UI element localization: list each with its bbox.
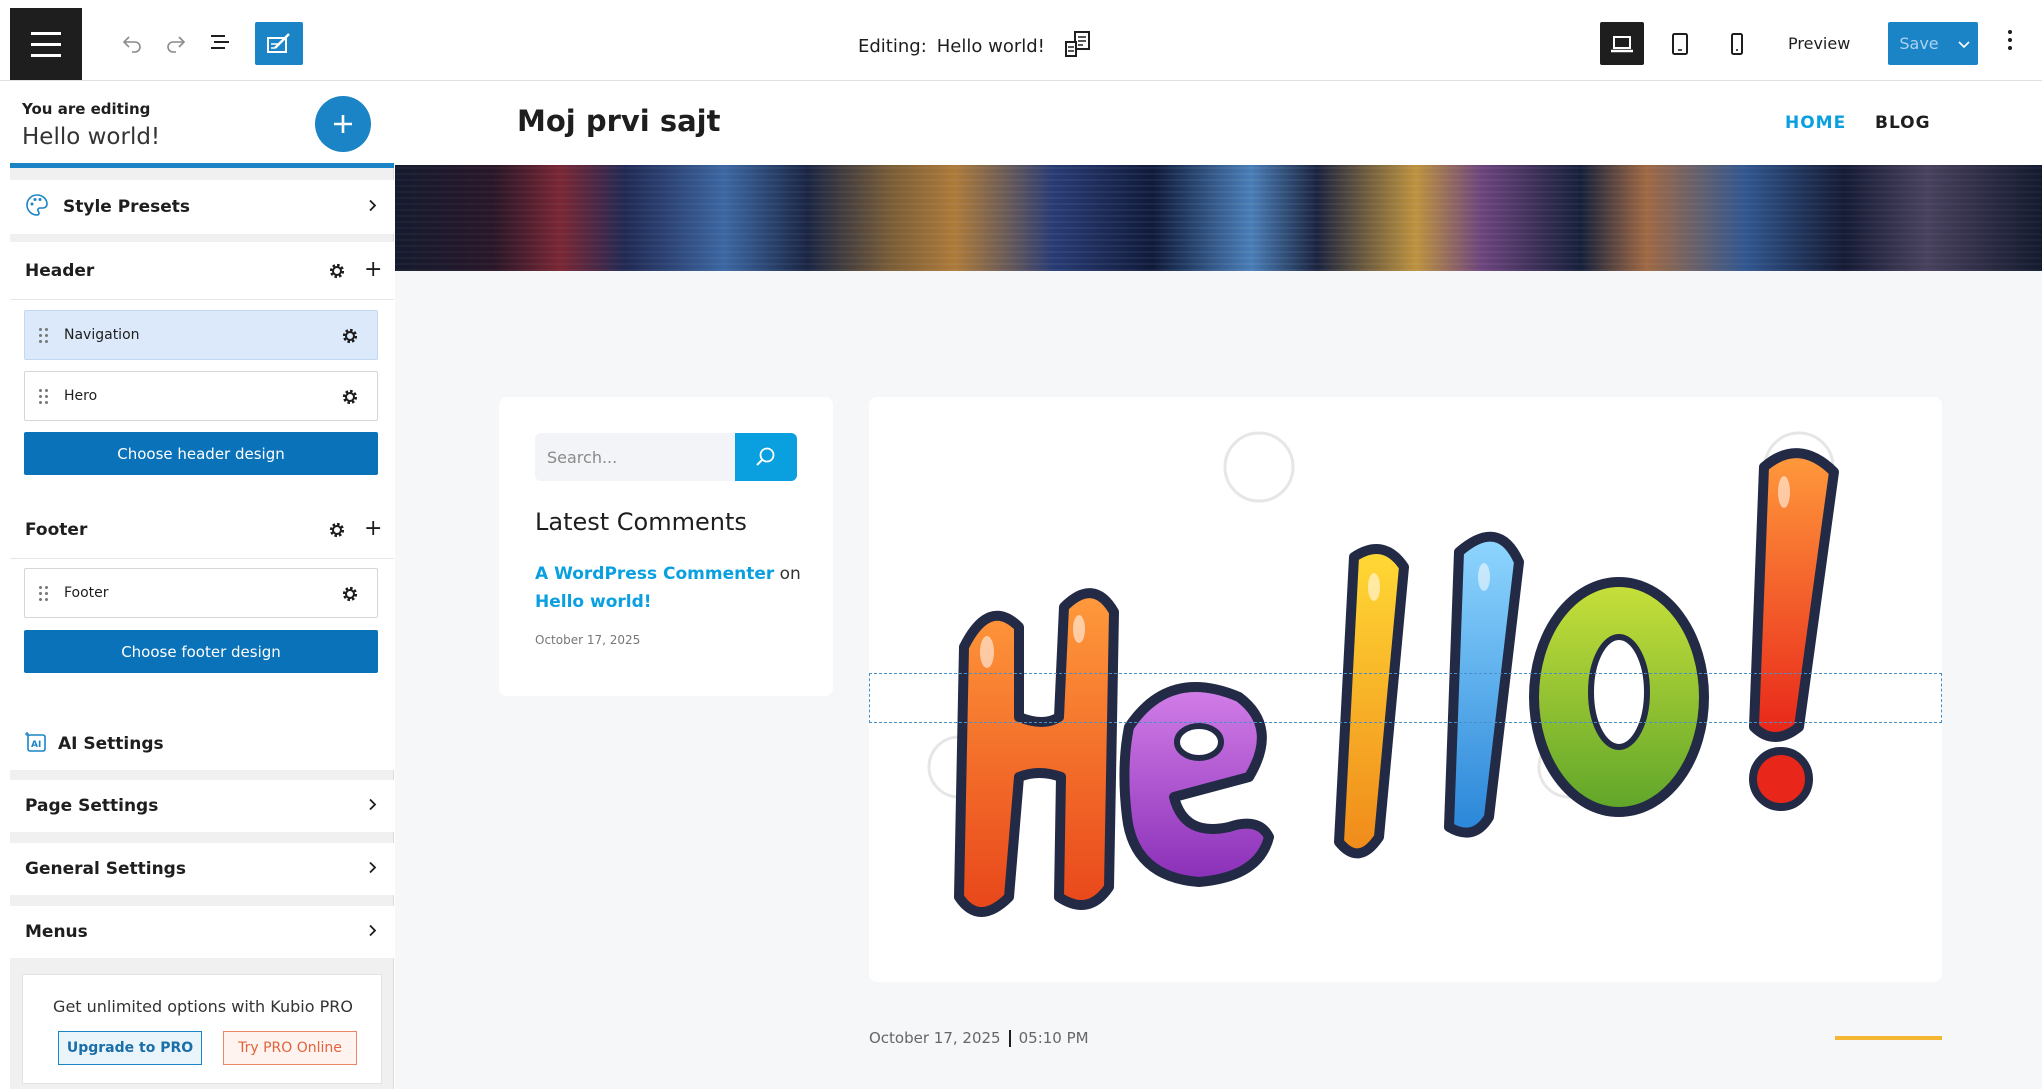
hero-section[interactable] xyxy=(395,165,2042,271)
comment-entry: A WordPress Commenter on Hello world! xyxy=(535,560,815,616)
chevron-right-icon xyxy=(368,198,378,217)
latest-comments-title: Latest Comments xyxy=(535,508,747,536)
palette-icon xyxy=(25,193,49,221)
more-options-icon[interactable] xyxy=(2008,30,2012,50)
drag-handle-icon[interactable] xyxy=(39,327,48,343)
editing-page-title: Hello world! xyxy=(22,124,161,150)
footer-section-head: Footer + xyxy=(10,501,394,559)
add-block-button[interactable] xyxy=(315,96,371,152)
menus-label: Menus xyxy=(25,922,88,942)
list-view-icon[interactable] xyxy=(200,22,240,62)
page-settings-label: Page Settings xyxy=(25,796,159,816)
search-icon xyxy=(756,447,775,466)
editor-toolbar: Editing: Hello world! Preview Save xyxy=(0,0,2042,81)
pro-promo-box: Get unlimited options with Kubio PRO Upg… xyxy=(22,974,382,1084)
comment-post-link[interactable]: Hello world! xyxy=(535,592,652,612)
header-item-label: Hero xyxy=(64,388,98,404)
block-selection-outline xyxy=(869,673,1942,723)
style-presets-row[interactable]: Style Presets xyxy=(10,180,394,234)
gear-icon[interactable] xyxy=(341,327,359,349)
post-time: 05:10 PM xyxy=(1018,1029,1089,1047)
gear-icon[interactable] xyxy=(328,521,346,543)
add-header-block-icon[interactable]: + xyxy=(364,259,382,281)
comment-date: October 17, 2025 xyxy=(535,633,641,647)
commenter-link[interactable]: A WordPress Commenter xyxy=(535,564,774,584)
preview-button[interactable]: Preview xyxy=(1788,34,1850,53)
editing-header: You are editing Hello world! xyxy=(10,82,394,168)
chevron-down-icon[interactable] xyxy=(1950,22,1978,65)
editing-indicator: Editing: Hello world! xyxy=(858,29,1093,64)
desktop-view-button[interactable] xyxy=(1600,22,1644,65)
ai-icon: AI xyxy=(24,730,48,758)
accent-divider xyxy=(1835,1036,1942,1040)
add-footer-block-icon[interactable]: + xyxy=(364,518,382,540)
ai-settings-row[interactable]: AI AI Settings xyxy=(10,718,394,770)
footer-item-label: Footer xyxy=(64,585,109,601)
style-presets-label: Style Presets xyxy=(63,197,190,217)
svg-text:AI: AI xyxy=(31,740,41,750)
save-button[interactable]: Save xyxy=(1888,22,1950,65)
redo-icon[interactable] xyxy=(156,22,196,62)
gear-icon[interactable] xyxy=(328,262,346,284)
footer-section-title: Footer xyxy=(25,519,88,540)
header-item-label: Navigation xyxy=(64,327,140,343)
header-item-navigation[interactable]: Navigation xyxy=(24,310,378,360)
drag-handle-icon[interactable] xyxy=(39,388,48,404)
general-settings-label: General Settings xyxy=(25,859,186,879)
footer-item-footer[interactable]: Footer xyxy=(24,568,378,618)
editing-label: Editing: xyxy=(858,36,927,57)
kubio-editor-button[interactable] xyxy=(255,22,303,65)
promo-text: Get unlimited options with Kubio PRO xyxy=(53,997,353,1016)
tablet-view-button[interactable] xyxy=(1658,22,1702,65)
sidebar-widget: Search... Latest Comments A WordPress Co… xyxy=(499,397,833,696)
editor-canvas: Moj prvi sajt HOME BLOG Search... Latest… xyxy=(395,82,2042,1089)
ai-settings-label: AI Settings xyxy=(58,734,164,754)
post-meta: October 17, 2025 05:10 PM xyxy=(869,1029,1089,1047)
nav-item-blog[interactable]: BLOG xyxy=(1875,113,1931,133)
header-section-title: Header xyxy=(25,260,95,281)
you-are-editing-label: You are editing xyxy=(22,100,151,118)
upgrade-to-pro-button[interactable]: Upgrade to PRO xyxy=(58,1031,202,1065)
header-item-hero[interactable]: Hero xyxy=(24,371,378,421)
site-title[interactable]: Moj prvi sajt xyxy=(517,104,720,138)
editing-title: Hello world! xyxy=(936,36,1045,57)
search-button[interactable] xyxy=(735,433,797,481)
gear-icon[interactable] xyxy=(341,388,359,410)
try-pro-online-button[interactable]: Try PRO Online xyxy=(223,1031,357,1065)
site-header[interactable]: Moj prvi sajt HOME BLOG xyxy=(395,82,2042,165)
chevron-right-icon xyxy=(368,860,378,879)
save-button-group: Save xyxy=(1888,22,1978,65)
search-input[interactable]: Search... xyxy=(535,433,735,481)
header-section-head: Header + xyxy=(10,242,394,300)
mobile-view-button[interactable] xyxy=(1715,22,1759,65)
page-settings-row[interactable]: Page Settings xyxy=(10,780,394,832)
drag-handle-icon[interactable] xyxy=(39,585,48,601)
meta-divider xyxy=(1008,1029,1011,1047)
menus-row[interactable]: Menus xyxy=(10,906,394,958)
chevron-right-icon xyxy=(368,797,378,816)
document-switch-icon[interactable] xyxy=(1063,29,1093,64)
menu-toggle-button[interactable] xyxy=(10,8,82,80)
choose-header-design-button[interactable]: Choose header design xyxy=(24,432,378,475)
nav-item-home[interactable]: HOME xyxy=(1785,113,1846,133)
undo-icon[interactable] xyxy=(112,22,152,62)
kubio-sidebar: You are editing Hello world! Style Prese… xyxy=(10,82,394,1089)
chevron-right-icon xyxy=(368,923,378,942)
general-settings-row[interactable]: General Settings xyxy=(10,843,394,895)
post-date: October 17, 2025 xyxy=(869,1029,1001,1047)
choose-footer-design-button[interactable]: Choose footer design xyxy=(24,630,378,673)
comment-on-text: on xyxy=(779,564,801,584)
gear-icon[interactable] xyxy=(341,585,359,607)
